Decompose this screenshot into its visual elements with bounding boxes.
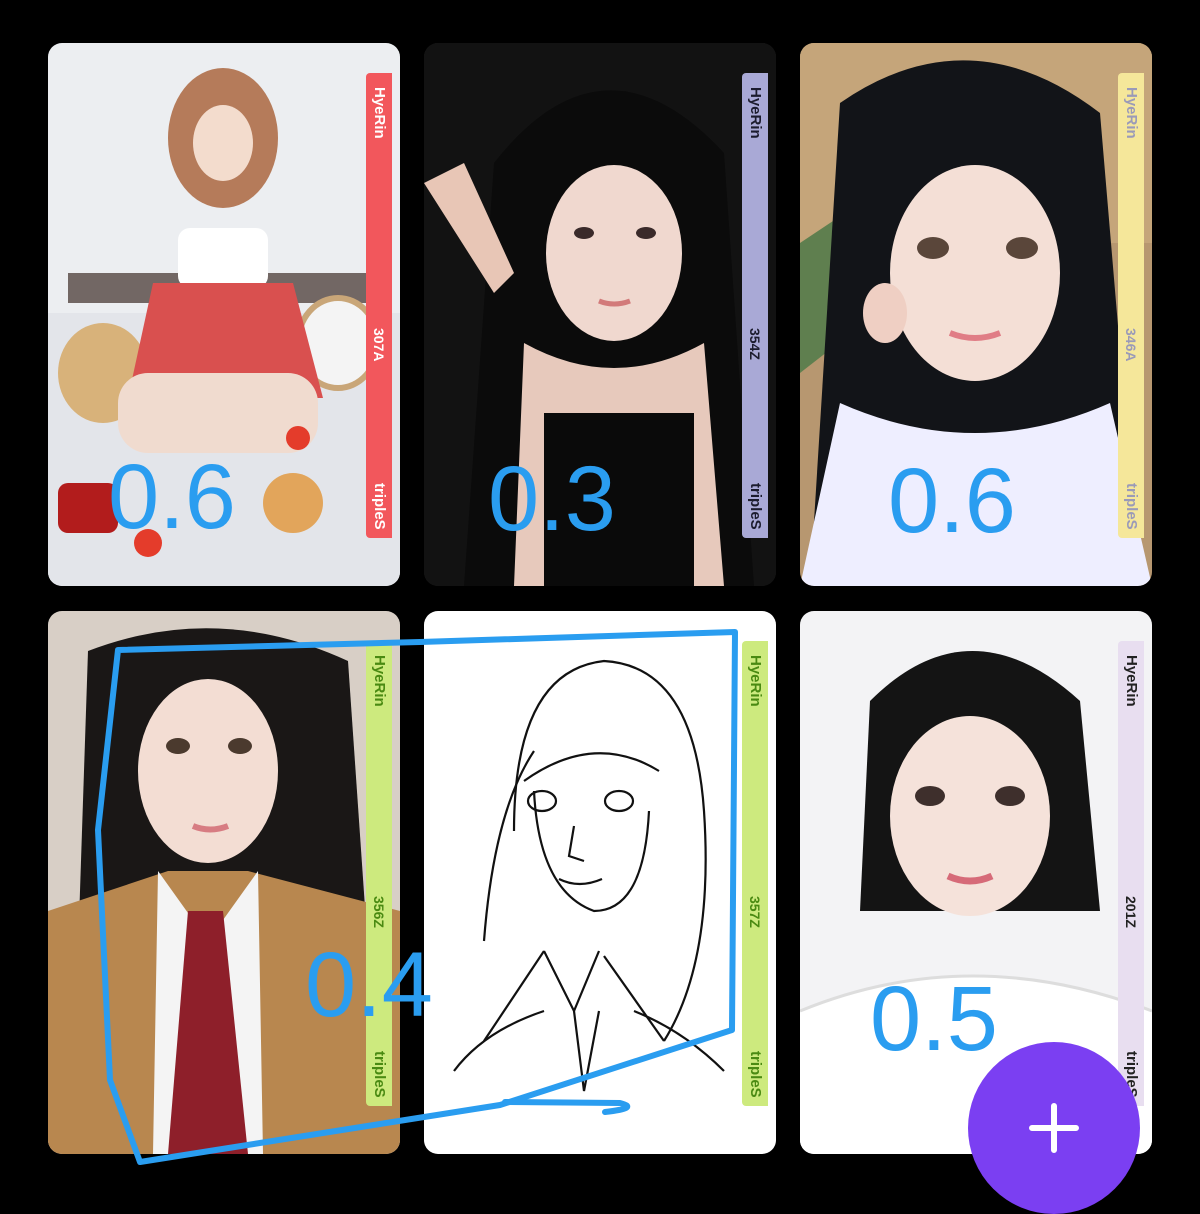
card-info-strip: [366, 73, 392, 538]
member-name: HyeRin: [1123, 87, 1140, 139]
card-serial: 307A: [371, 328, 387, 362]
card-info-strip: [742, 73, 768, 538]
card-serial: 356Z: [371, 896, 387, 928]
group-name: tripleS: [747, 483, 764, 530]
photocard[interactable]: HyeRin 346A tripleS: [800, 43, 1152, 586]
card-info-strip: [1118, 73, 1144, 538]
photocard-image: [800, 43, 1152, 586]
card-info-strip: [1118, 641, 1144, 1106]
card-serial: 346A: [1123, 328, 1139, 362]
photocard-image: [424, 43, 776, 586]
card-serial: 354Z: [747, 328, 763, 360]
add-button[interactable]: [968, 1042, 1140, 1214]
group-name: tripleS: [371, 483, 388, 530]
photocard-image: [48, 43, 400, 586]
group-name: tripleS: [371, 1051, 388, 1098]
member-name: HyeRin: [371, 87, 388, 139]
photocard[interactable]: HyeRin 307A tripleS: [48, 43, 400, 586]
photocard[interactable]: HyeRin 357Z tripleS: [424, 611, 776, 1154]
member-name: HyeRin: [747, 87, 764, 139]
member-name: HyeRin: [371, 655, 388, 707]
card-info-strip: [366, 641, 392, 1106]
plus-icon: [1029, 1103, 1079, 1153]
photocard[interactable]: HyeRin 354Z tripleS: [424, 43, 776, 586]
member-name: HyeRin: [1123, 655, 1140, 707]
member-name: HyeRin: [747, 655, 764, 707]
photocard[interactable]: HyeRin 356Z tripleS: [48, 611, 400, 1154]
photocard-image: [48, 611, 400, 1154]
photocard-image: [424, 611, 776, 1154]
photocard-grid: HyeRin 307A tripleS HyeRin 354Z tripleS: [0, 0, 1200, 1179]
card-serial: 201Z: [1123, 896, 1139, 928]
card-serial: 357Z: [747, 896, 763, 928]
group-name: tripleS: [747, 1051, 764, 1098]
group-name: tripleS: [1123, 483, 1140, 530]
card-info-strip: [742, 641, 768, 1106]
